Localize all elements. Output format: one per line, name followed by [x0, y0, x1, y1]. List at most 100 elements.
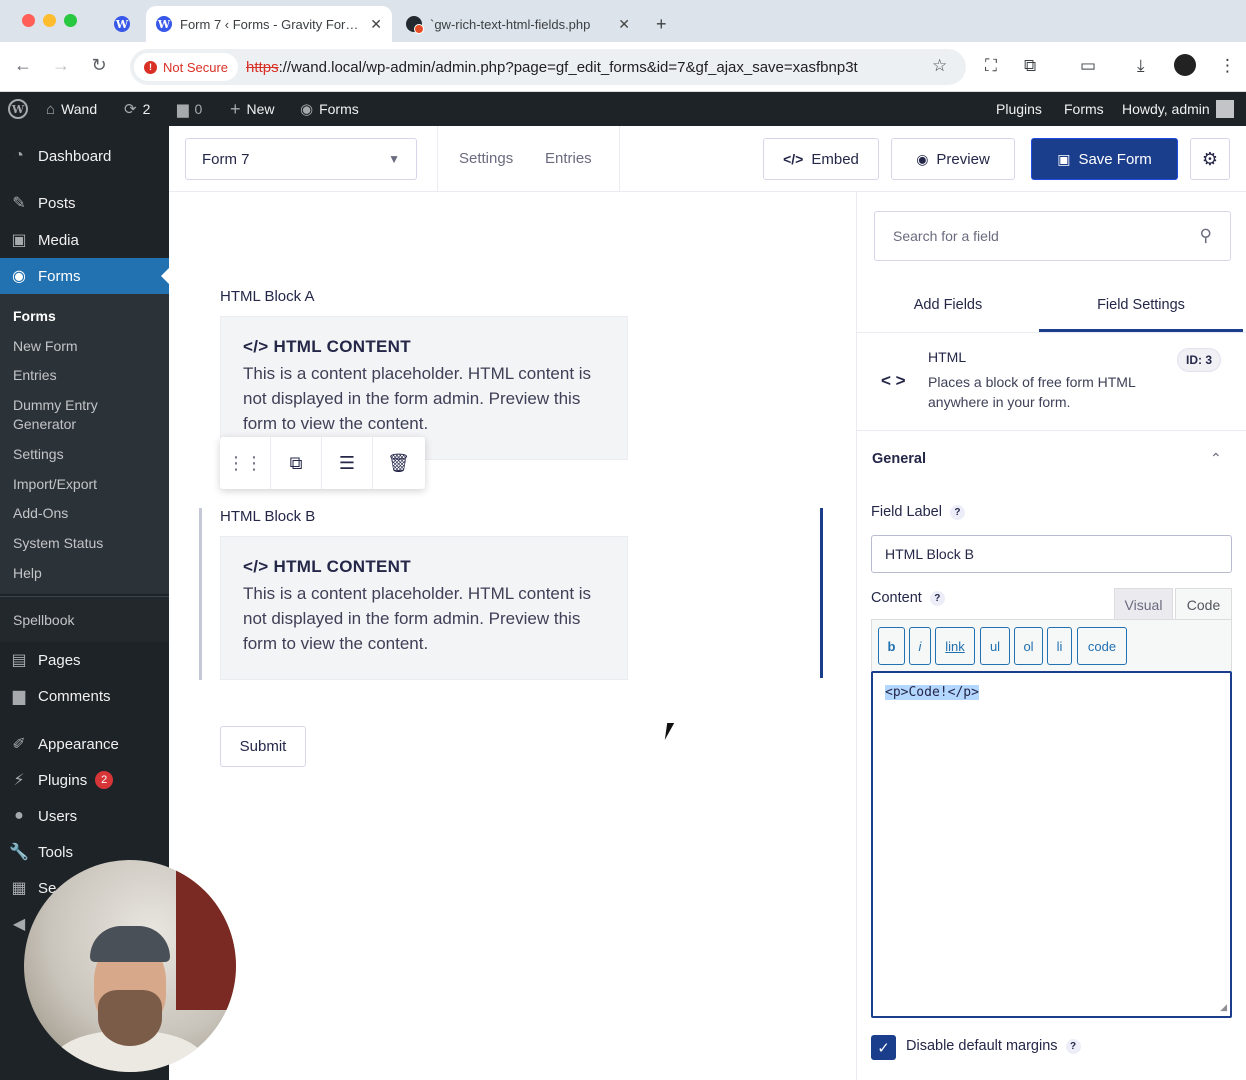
quicktag-link-button[interactable]: link [935, 627, 975, 665]
menu-media[interactable]: ▣ Media [0, 222, 169, 258]
menu-spellbook[interactable]: Spellbook [0, 596, 169, 642]
close-tab-icon[interactable]: ✕ [610, 16, 630, 33]
pinned-tab-wordpress[interactable]: W [104, 6, 140, 42]
field-label-input[interactable]: HTML Block B [871, 535, 1232, 573]
maximize-window-button[interactable] [64, 14, 77, 27]
menu-label: Media [38, 231, 79, 249]
preview-button[interactable]: ◉ Preview [891, 138, 1015, 180]
gravity-forms-icon: ◉ [300, 101, 314, 118]
screenshot-icon[interactable]: ⛶ [985, 56, 997, 76]
download-icon[interactable]: ⤓ [1137, 56, 1145, 76]
help-tooltip-icon[interactable]: ? [1065, 1038, 1081, 1054]
bookmark-star-icon[interactable]: ☆ [932, 56, 947, 76]
content-setting: Content ? [871, 590, 945, 606]
help-tooltip-icon[interactable]: ? [929, 590, 945, 606]
quicktag-italic-button[interactable]: i [909, 627, 931, 665]
field-settings-sliders-icon[interactable]: ☰ [322, 437, 373, 489]
wp-logo-menu[interactable]: W [8, 92, 28, 126]
help-tooltip-icon[interactable]: ? [949, 504, 965, 520]
reload-icon[interactable]: ↻ [87, 55, 111, 76]
submenu-add-ons[interactable]: Add-Ons [13, 504, 68, 523]
menu-plugins[interactable]: ⚡ Plugins 2 [0, 762, 169, 798]
submenu-new-form[interactable]: New Form [13, 337, 78, 356]
eye-icon: ◉ [916, 150, 929, 167]
menu-appearance[interactable]: ✐ Appearance [0, 726, 169, 762]
url-text[interactable]: https://wand.local/wp-admin/admin.php?pa… [246, 59, 858, 76]
save-form-button[interactable]: ▣ Save Form [1031, 138, 1178, 180]
extensions-icon[interactable]: ⧉ [1024, 56, 1036, 76]
close-tab-icon[interactable]: ✕ [362, 16, 382, 33]
submenu-settings[interactable]: Settings [13, 445, 64, 464]
menu-users[interactable]: ● Users [0, 798, 169, 834]
resize-handle-icon[interactable]: ◢ [1220, 1002, 1227, 1013]
submenu-entries[interactable]: Entries [13, 366, 57, 385]
plugins-link[interactable]: Plugins [996, 92, 1042, 126]
html-content-heading: HTML CONTENT [273, 557, 411, 576]
menu-dashboard[interactable]: ◔ Dashboard [0, 138, 169, 174]
form-settings-gear-button[interactable]: ⚙ [1190, 138, 1230, 180]
updates-link[interactable]: ⟳ 2 [124, 92, 150, 126]
duplicate-field-icon[interactable]: ⧉ [271, 437, 322, 489]
address-bar[interactable]: ! Not Secure https://wand.local/wp-admin… [130, 49, 966, 85]
submenu-dummy-entry-generator[interactable]: Dummy Entry Generator [13, 396, 123, 434]
submenu-import-export[interactable]: Import/Export [13, 475, 97, 494]
tab-field-settings[interactable]: Field Settings [1039, 290, 1243, 332]
forms-link[interactable]: ◉ Forms [300, 92, 359, 126]
field-search-input[interactable]: Search for a field ⚲ [874, 211, 1231, 261]
back-icon[interactable]: ← [11, 55, 35, 76]
menu-posts[interactable]: ✎ Posts [0, 185, 169, 221]
quicktag-bold-button[interactable]: b [878, 627, 905, 665]
html-field-b[interactable]: </> HTML CONTENT This is a content place… [220, 536, 628, 680]
browser-menu-icon[interactable]: ⋮ [1219, 56, 1236, 76]
entries-link[interactable]: Entries [545, 150, 592, 167]
quicktags-toolbar: b i link ul ol li code [871, 619, 1232, 671]
embed-button[interactable]: </> Embed [763, 138, 879, 180]
submenu-help[interactable]: Help [13, 564, 42, 583]
quicktag-code-button[interactable]: code [1077, 627, 1127, 665]
menu-comments[interactable]: ▆ Comments [0, 678, 169, 714]
minimize-window-button[interactable] [43, 14, 56, 27]
menu-forms[interactable]: ◉ Forms [0, 258, 169, 294]
comments-link[interactable]: ▆ 0 [177, 92, 202, 126]
settings-link[interactable]: Settings [459, 150, 513, 167]
menu-pages[interactable]: ▤ Pages [0, 642, 169, 678]
tab-search-icon[interactable]: ▭ [1080, 56, 1096, 76]
close-window-button[interactable] [22, 14, 35, 27]
field-label-html-block-b[interactable]: HTML Block B [220, 508, 315, 525]
field-settings-sidebar: Search for a field ⚲ Add Fields Field Se… [856, 192, 1246, 1080]
tab-add-fields[interactable]: Add Fields [857, 290, 1039, 332]
quicktag-ol-button[interactable]: ol [1014, 627, 1043, 665]
forms-right-link[interactable]: Forms [1064, 92, 1104, 126]
security-indicator[interactable]: ! Not Secure [134, 53, 239, 81]
chevron-up-icon[interactable]: ⌃ [1210, 450, 1222, 467]
html-placeholder-text: This is a content placeholder. HTML cont… [243, 584, 592, 653]
new-content-link[interactable]: + New [230, 92, 275, 126]
drag-handle-icon[interactable]: ⋮⋮ [220, 437, 271, 489]
editor-tab-visual[interactable]: Visual [1114, 588, 1173, 620]
new-tab-button[interactable]: + [646, 6, 680, 42]
account-menu[interactable]: Howdy, admin [1122, 92, 1234, 126]
tab-github-file[interactable]: `gw-rich-text-html-fields.php ✕ [396, 6, 640, 42]
button-label: Save Form [1078, 150, 1152, 168]
submit-button[interactable]: Submit [220, 726, 306, 767]
quicktag-li-button[interactable]: li [1047, 627, 1072, 665]
general-section-heading[interactable]: General [872, 451, 926, 467]
brush-icon: ✐ [12, 736, 26, 753]
tab-gravity-forms[interactable]: W Form 7 ‹ Forms - Gravity Forms ✕ [146, 6, 392, 42]
field-label-html-block-a[interactable]: HTML Block A [220, 288, 314, 305]
form-switcher-dropdown[interactable]: Form 7 ▼ [185, 138, 417, 180]
delete-trash-icon[interactable]: 🗑 [373, 437, 424, 489]
submenu-system-status[interactable]: System Status [13, 534, 103, 553]
editor-tab-code[interactable]: Code [1175, 588, 1232, 620]
wrench-icon: 🔧 [9, 844, 29, 861]
form-editor-toolbar: Form 7 ▼ Settings Entries </> Embed ◉ Prev… [169, 126, 1246, 192]
form-canvas: HTML Block A </> HTML CONTENT This is a … [169, 192, 856, 1080]
person-cap [90, 926, 170, 962]
submenu-forms[interactable]: Forms [13, 307, 56, 326]
site-name-link[interactable]: ⌂ Wand [46, 92, 97, 126]
html-content-textarea[interactable]: <p>Code!</p> ◢ [871, 671, 1232, 1018]
quicktag-ul-button[interactable]: ul [980, 627, 1010, 665]
profile-avatar-icon[interactable] [1174, 54, 1196, 76]
forward-icon[interactable]: → [49, 55, 73, 76]
disable-margins-checkbox[interactable]: ✓ [871, 1035, 896, 1060]
